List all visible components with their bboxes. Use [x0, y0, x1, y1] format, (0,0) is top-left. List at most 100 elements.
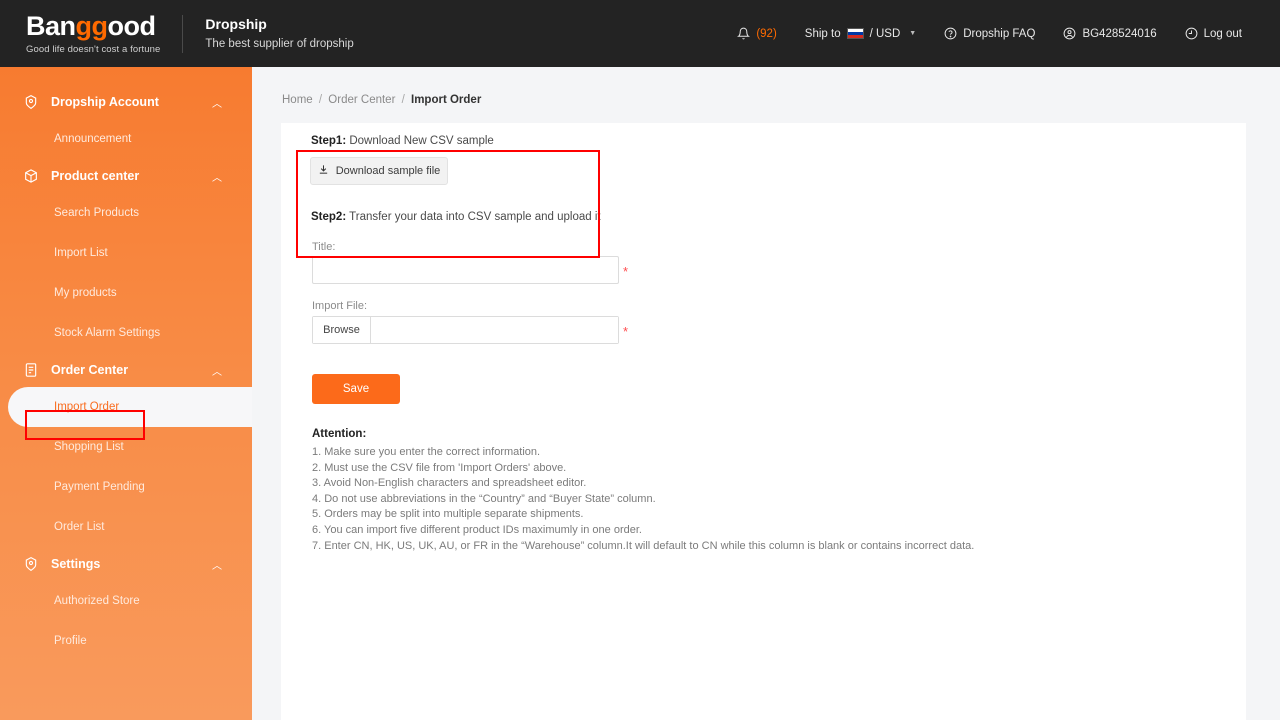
- breadcrumb: Home / Order Center / Import Order: [252, 67, 1280, 106]
- app-header: Banggood Good life doesn't cost a fortun…: [0, 0, 1280, 67]
- attention-item: 4. Do not use abbreviations in the “Coun…: [312, 492, 656, 505]
- step1-prefix: Step1:: [311, 135, 347, 147]
- chevron-up-icon: ︿: [212, 560, 222, 572]
- sidebar-item-my-products[interactable]: My products: [0, 273, 252, 313]
- title-input[interactable]: [312, 256, 619, 284]
- dropship-title: Dropship: [205, 15, 267, 32]
- step1-text: Download New CSV sample: [346, 135, 494, 147]
- dropship-faq-link[interactable]: Dropship FAQ: [930, 27, 1049, 40]
- sidebar-item-label: My products: [54, 287, 117, 299]
- sidebar-group-label: Product center: [51, 169, 140, 183]
- sidebar-item-label: Import Order: [54, 401, 120, 413]
- sidebar-item-import-order[interactable]: Import Order: [8, 387, 252, 427]
- sidebar-group-settings[interactable]: Settings ︿: [0, 547, 252, 581]
- sidebar-item-shopping-list[interactable]: Shopping List: [0, 427, 252, 467]
- logo-wordmark: Banggood: [26, 10, 156, 41]
- logo-tagline: Good life doesn't cost a fortune: [26, 43, 161, 55]
- brand-divider: [182, 14, 184, 53]
- logout-label: Log out: [1203, 27, 1242, 40]
- step1-heading: Step1: Download New CSV sample: [311, 135, 494, 147]
- download-sample-file-label: Download sample file: [335, 165, 441, 177]
- currency-label: / USD: [869, 27, 901, 40]
- main-content: Home / Order Center / Import Order Step1…: [252, 67, 1280, 720]
- document-list-icon: [23, 362, 39, 378]
- sidebar-item-label: Order List: [54, 521, 105, 533]
- import-order-card: Step1: Download New CSV sample Download …: [281, 123, 1246, 720]
- sidebar-item-label: Import List: [54, 247, 108, 259]
- ship-to-label: Ship to: [804, 27, 841, 40]
- sidebar-item-import-list[interactable]: Import List: [0, 233, 252, 273]
- sidebar-item-payment-pending[interactable]: Payment Pending: [0, 467, 252, 507]
- sidebar-item-label: Search Products: [54, 207, 140, 219]
- save-button[interactable]: Save: [312, 374, 400, 404]
- power-icon: [1185, 27, 1198, 40]
- banggood-logo[interactable]: Banggood Good life doesn't cost a fortun…: [26, 10, 161, 55]
- breadcrumb-home[interactable]: Home: [282, 94, 313, 106]
- sidebar-item-announcement[interactable]: Announcement: [0, 119, 252, 159]
- attention-title: Attention:: [312, 428, 367, 440]
- russia-flag-icon: [846, 28, 864, 39]
- sidebar-nav: Dropship Account ︿ Announcement Product …: [0, 67, 252, 720]
- title-label: Title:: [312, 241, 336, 253]
- browse-button[interactable]: Browse: [313, 317, 371, 343]
- notifications-button[interactable]: (92): [723, 27, 790, 40]
- gear-target-icon: [23, 556, 39, 572]
- import-file-label: Import File:: [312, 300, 368, 312]
- attention-item: 2. Must use the CSV file from 'Import Or…: [312, 461, 567, 474]
- sidebar-group-label: Dropship Account: [51, 95, 159, 109]
- chevron-up-icon: ︿: [212, 172, 222, 184]
- sidebar-group-dropship-account[interactable]: Dropship Account ︿: [0, 85, 252, 119]
- download-icon: [318, 164, 329, 178]
- user-icon: [1063, 27, 1076, 40]
- account-menu[interactable]: BG428524016: [1049, 27, 1170, 40]
- import-file-control: Browse: [312, 316, 619, 344]
- logo-gg-highlight: gg: [75, 10, 109, 41]
- ship-to-selector[interactable]: Ship to / USD ▼: [791, 28, 930, 40]
- step2-heading: Step2: Transfer your data into CSV sampl…: [311, 211, 601, 223]
- attention-section: Attention: 1. Make sure you enter the co…: [312, 428, 1212, 554]
- sidebar-item-profile[interactable]: Profile: [0, 621, 252, 661]
- dropship-brand: Dropship The best supplier of dropship: [205, 15, 354, 51]
- attention-item: 6. You can import five different product…: [312, 523, 642, 536]
- browse-label: Browse: [323, 324, 360, 336]
- step2-prefix: Step2:: [311, 211, 347, 223]
- sidebar-group-label: Order Center: [51, 363, 129, 377]
- sidebar-item-label: Authorized Store: [54, 595, 140, 607]
- chevron-up-icon: ︿: [212, 366, 222, 378]
- dropship-subtitle: The best supplier of dropship: [205, 38, 354, 51]
- breadcrumb-order-center[interactable]: Order Center: [328, 94, 395, 106]
- help-circle-icon: [944, 27, 957, 40]
- sidebar-item-authorized-store[interactable]: Authorized Store: [0, 581, 252, 621]
- attention-item: 7. Enter CN, HK, US, UK, AU, or FR in th…: [312, 539, 975, 552]
- import-file-required-asterisk: *: [623, 324, 629, 339]
- account-badge-icon: [23, 94, 39, 110]
- sidebar-item-search-products[interactable]: Search Products: [0, 193, 252, 233]
- attention-item: 1. Make sure you enter the correct infor…: [312, 446, 541, 458]
- sidebar-item-label: Payment Pending: [54, 481, 145, 493]
- sidebar-item-order-list[interactable]: Order List: [0, 507, 252, 547]
- logout-button[interactable]: Log out: [1171, 27, 1256, 40]
- download-sample-file-button[interactable]: Download sample file: [310, 157, 448, 185]
- breadcrumb-separator: /: [401, 94, 405, 106]
- header-right-menu: (92) Ship to / USD ▼ Dropship FAQ BG4285…: [723, 27, 1280, 40]
- account-id-label: BG428524016: [1082, 27, 1157, 40]
- sidebar-group-product-center[interactable]: Product center ︿: [0, 159, 252, 193]
- sidebar-item-label: Shopping List: [54, 441, 124, 453]
- sidebar-item-stock-alarm-settings[interactable]: Stock Alarm Settings: [0, 313, 252, 353]
- title-required-asterisk: *: [623, 264, 629, 279]
- chevron-down-icon: ▼: [909, 30, 917, 37]
- sidebar-item-label: Profile: [54, 635, 87, 647]
- notifications-count: (92): [756, 27, 777, 40]
- breadcrumb-separator: /: [318, 94, 323, 106]
- dropship-faq-label: Dropship FAQ: [963, 27, 1036, 40]
- sidebar-group-label: Settings: [51, 557, 101, 571]
- sidebar-group-order-center[interactable]: Order Center ︿: [0, 353, 252, 387]
- step2-text: Transfer your data into CSV sample and u…: [346, 211, 601, 223]
- box-icon: [23, 168, 39, 184]
- import-file-input[interactable]: [372, 317, 618, 343]
- attention-item: 5. Orders may be split into multiple sep…: [312, 508, 584, 521]
- sidebar-item-label: Stock Alarm Settings: [54, 327, 161, 339]
- bell-icon: [737, 27, 751, 40]
- brand-area: Banggood Good life doesn't cost a fortun…: [0, 10, 354, 55]
- attention-item: 3. Avoid Non-English characters and spre…: [312, 477, 587, 490]
